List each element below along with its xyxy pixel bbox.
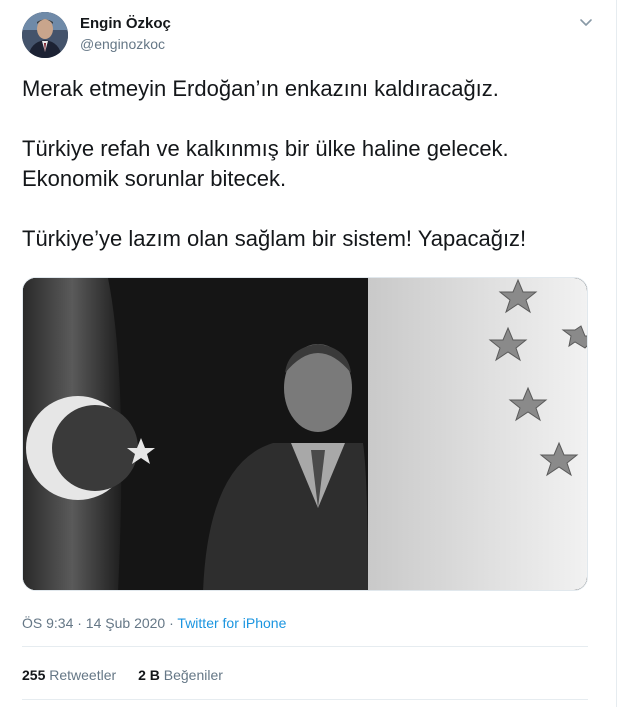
- tweet-line: Merak etmeyin Erdoğan’ın enkazını kaldır…: [22, 76, 499, 101]
- tweet-text: Merak etmeyin Erdoğan’ın enkazını kaldır…: [22, 74, 592, 254]
- retweets-label: Retweetler: [49, 667, 117, 683]
- divider: [22, 646, 588, 647]
- tweet-meta: ÖS 9:34 · 14 Şub 2020 · Twitter for iPho…: [22, 615, 286, 631]
- likes-stat[interactable]: 2 B Beğeniler: [138, 667, 223, 683]
- retweets-stat[interactable]: 255 Retweetler: [22, 667, 116, 683]
- avatar[interactable]: [22, 12, 68, 58]
- tweet-line: Türkiye refah ve kalkınmış bir ülke hali…: [22, 136, 509, 161]
- meta-separator: ·: [169, 615, 174, 631]
- author-handle[interactable]: @enginozkoc: [80, 36, 165, 52]
- timestamp[interactable]: ÖS 9:34 · 14 Şub 2020: [22, 615, 165, 631]
- photo-image: [23, 278, 587, 590]
- tweet-photo[interactable]: [22, 277, 588, 591]
- likes-label: Beğeniler: [163, 667, 223, 683]
- chevron-down-icon[interactable]: [578, 14, 594, 30]
- tweet-line: Türkiye’ye lazım olan sağlam bir sistem!…: [22, 226, 527, 251]
- author-name[interactable]: Engin Özkoç: [80, 15, 171, 32]
- likes-count: 2 B: [138, 667, 160, 683]
- source-link[interactable]: Twitter for iPhone: [177, 615, 286, 631]
- retweets-count: 255: [22, 667, 46, 683]
- tweet-line: Ekonomik sorunlar bitecek.: [22, 166, 287, 191]
- divider: [22, 699, 588, 700]
- avatar-image: [22, 12, 68, 58]
- tweet-card: Engin Özkoç @enginozkoc Merak etmeyin Er…: [0, 0, 617, 707]
- tweet-stats: 255 Retweetler 2 B Beğeniler: [22, 667, 241, 683]
